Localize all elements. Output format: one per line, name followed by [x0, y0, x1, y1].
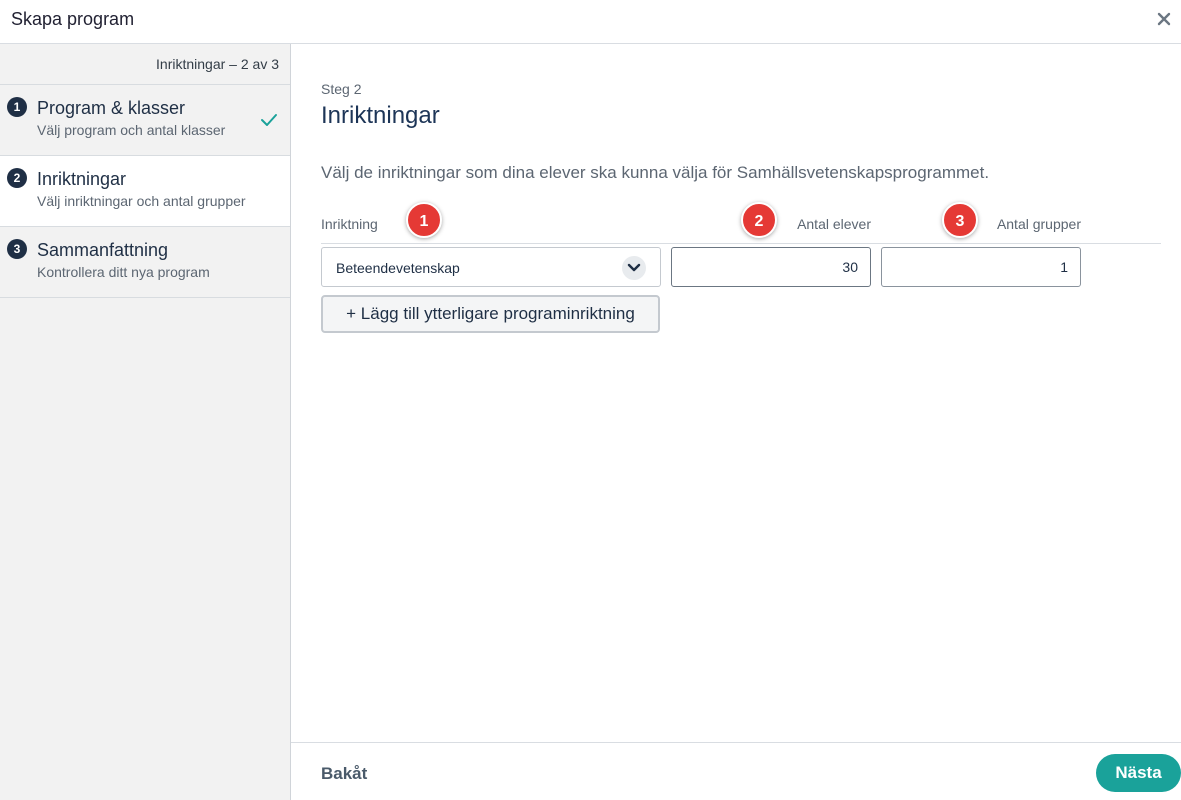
main-content: Steg 2 Inriktningar Välj de inriktningar… — [291, 44, 1181, 800]
step-progress: Inriktningar – 2 av 3 — [0, 44, 290, 85]
checkmark-icon — [261, 114, 277, 126]
step-subtitle: Kontrollera ditt nya program — [37, 264, 210, 280]
column-header-inriktning: Inriktning — [321, 216, 378, 232]
back-button[interactable]: Bakåt — [321, 764, 367, 784]
page-description: Välj de inriktningar som dina elever ska… — [321, 163, 990, 182]
header-divider — [321, 243, 1161, 244]
sidebar: Inriktningar – 2 av 3 1 Program & klasse… — [0, 44, 291, 800]
add-programinriktning-button[interactable]: + Lägg till ytterligare programinriktnin… — [321, 295, 660, 333]
chevron-down-icon[interactable] — [622, 256, 646, 280]
annotation-badge-1: 1 — [406, 202, 442, 238]
close-icon[interactable] — [1153, 8, 1175, 30]
next-button[interactable]: Nästa — [1096, 754, 1181, 792]
annotation-badge-2: 2 — [741, 202, 777, 238]
antal-grupper-input[interactable] — [881, 247, 1081, 287]
annotation-badge-3: 3 — [942, 202, 978, 238]
step-title: Program & klasser — [37, 98, 186, 118]
window-title: Skapa program — [11, 9, 135, 29]
step-number: 3 — [7, 239, 27, 259]
sidebar-step-program-klasser[interactable]: 1 Program & klasser Välj program och ant… — [0, 85, 290, 156]
step-subtitle: Välj program och antal klasser — [37, 122, 226, 138]
inriktning-selected-value: Beteendevetenskap — [336, 260, 460, 276]
page-title: Inriktningar — [321, 102, 440, 129]
step-number: 2 — [7, 168, 27, 188]
step-title: Inriktningar — [37, 169, 127, 189]
step-subtitle: Välj inriktningar och antal grupper — [37, 193, 246, 209]
footer: Bakåt Nästa — [291, 742, 1181, 800]
antal-elever-input[interactable] — [671, 247, 871, 287]
step-number: 1 — [7, 97, 27, 117]
column-header-antal-grupper: Antal grupper — [996, 216, 1081, 232]
sidebar-step-inriktningar[interactable]: 2 Inriktningar Välj inriktningar och ant… — [0, 156, 290, 227]
step-title: Sammanfattning — [37, 240, 169, 260]
title-bar: Skapa program — [0, 0, 1181, 44]
sidebar-step-sammanfattning[interactable]: 3 Sammanfattning Kontrollera ditt nya pr… — [0, 227, 290, 298]
step-eyebrow: Steg 2 — [321, 81, 362, 97]
inriktning-select[interactable]: Beteendevetenskap — [321, 247, 661, 287]
